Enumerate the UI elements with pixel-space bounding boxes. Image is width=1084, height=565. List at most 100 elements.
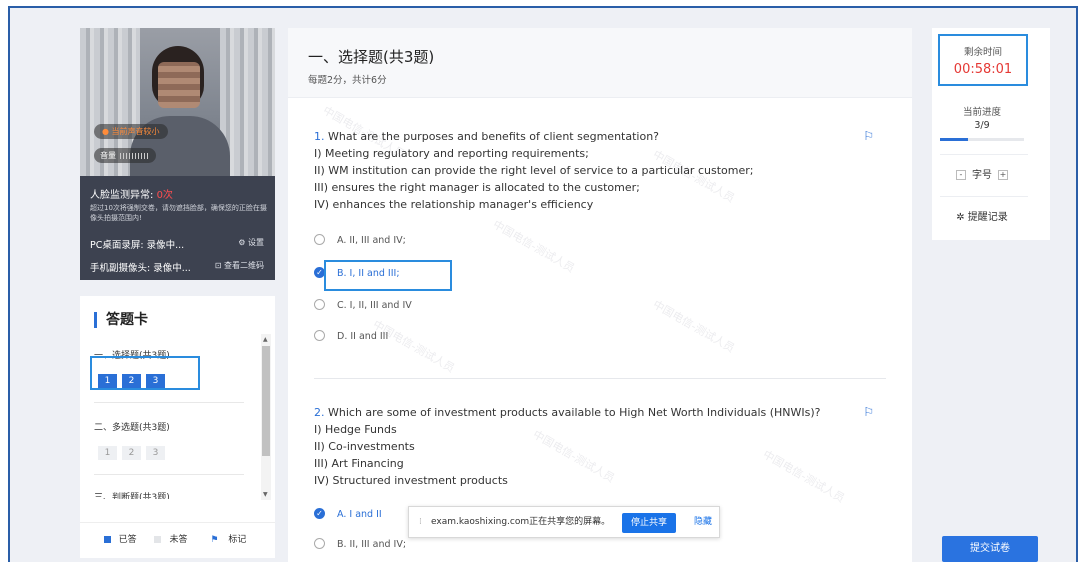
highlight-annotation — [90, 356, 200, 390]
pc-recording-status: PC桌面录屏: 录像中... — [90, 240, 185, 251]
phone-camera-status: 手机副摄像头: 录像中... — [90, 263, 191, 274]
timer-label: 剩余时间 — [963, 47, 1002, 58]
question-line: II) WM institution can provide the right… — [314, 164, 754, 177]
webcam-view: ● 当前声音较小 音量 — [80, 28, 275, 176]
qrcode-icon: ⊡ — [214, 261, 222, 270]
camera-panel: ● 当前声音较小 音量 人脸监测异常: 0次 超过10次将强制交卷，请勿遮挡脸部… — [80, 28, 275, 280]
share-status-text: exam.kaoshixing.com正在共享您的屏幕。 — [431, 517, 611, 527]
section-header: 一、选择题(共3题) 每题2分，共计6分 — [288, 28, 912, 98]
legend-unanswered-label: 未答 — [169, 535, 188, 545]
legend-answered: 已答 — [103, 535, 142, 545]
hide-share-bar-link[interactable]: 隐藏 — [694, 507, 712, 537]
answer-card-scrollbar[interactable]: ▲ ▼ — [261, 334, 271, 500]
q1-option-d[interactable]: D. II and III — [314, 328, 388, 346]
radio-icon — [314, 330, 325, 341]
question-1: 1. What are the purposes and benefits of… — [314, 128, 874, 213]
settings-button[interactable]: ⚙ 设置 — [238, 237, 264, 248]
option-text: C. I, II, III and IV — [337, 300, 412, 311]
unanswered-square-icon — [154, 536, 162, 543]
progress-label: 当前进度 — [962, 107, 1001, 118]
font-size-control: - 字号 + — [932, 166, 1032, 181]
progress-value: 3/9 — [974, 120, 990, 131]
q1-option-c[interactable]: C. I, II, III and IV — [314, 297, 412, 315]
flag-icon: ⚑ — [210, 535, 219, 545]
answered-square-icon — [103, 536, 111, 543]
legend-flagged: ⚑ 标记 — [205, 535, 251, 545]
face-anomaly-row: 人脸监测异常: 0次 — [90, 186, 173, 201]
radio-checked-icon: ✓ — [314, 508, 325, 519]
legend-answered-label: 已答 — [118, 535, 137, 545]
legend-unanswered: 未答 — [154, 535, 192, 545]
flag-question-icon[interactable]: ⚐ — [863, 128, 874, 145]
sound-warning-text: 当前声音较小 — [111, 127, 160, 136]
question-line: III) Art Financing — [314, 457, 404, 470]
radio-icon — [314, 299, 325, 310]
multi-choice-numbers: 123 — [98, 440, 170, 460]
settings-label: 设置 — [248, 238, 264, 247]
exam-status-panel: 剩余时间 00:58:01 当前进度 3/9 - 字号 + ✲ 提醒记录 — [932, 28, 1050, 240]
drag-handle-icon[interactable]: ⁞ — [419, 507, 422, 537]
question-line: IV) enhances the relationship manager's … — [314, 198, 594, 211]
answer-card-title: 答题卡 — [94, 312, 148, 328]
blurred-face — [158, 62, 200, 108]
watermark: 中国电信-测试人员 — [490, 217, 577, 276]
section-divider — [94, 402, 244, 403]
section-label-true-false: 三、判断题(共3题) — [94, 493, 170, 499]
volume-bars-icon — [120, 152, 148, 159]
stop-sharing-button[interactable]: 停止共享 — [622, 513, 677, 533]
reminder-records-button[interactable]: ✲ 提醒记录 — [932, 208, 1032, 223]
sound-warning-badge: ● 当前声音较小 — [94, 124, 168, 139]
question-number-button[interactable]: 2 — [122, 446, 141, 460]
timer-box: 剩余时间 00:58:01 — [938, 34, 1028, 86]
font-increase-button[interactable]: + — [998, 170, 1008, 180]
gear-icon: ⚙ — [238, 238, 246, 247]
reminder-label: 提醒记录 — [967, 212, 1008, 223]
question-1-stem: 1. What are the purposes and benefits of… — [314, 128, 874, 145]
section-label-multi-choice: 二、多选题(共3题) — [94, 423, 170, 433]
view-qrcode-button[interactable]: ⊡ 查看二维码 — [215, 260, 264, 271]
question-line: III) ensures the right manager is alloca… — [314, 181, 640, 194]
question-text: Which are some of investment products av… — [328, 406, 821, 419]
section-divider — [94, 474, 244, 475]
face-anomaly-count: 0次 — [156, 190, 173, 201]
question-line: IV) Structured investment products — [314, 474, 508, 487]
screen-share-bar: ⁞ exam.kaoshixing.com正在共享您的屏幕。 停止共享 隐藏 — [408, 506, 720, 538]
exam-window: ● 当前声音较小 音量 人脸监测异常: 0次 超过10次将强制交卷，请勿遮挡脸部… — [8, 6, 1078, 562]
option-text: B. II, III and IV; — [337, 539, 407, 550]
radio-icon — [314, 538, 325, 549]
phone-camera-row: 手机副摄像头: 录像中... ⊡ 查看二维码 — [90, 260, 268, 274]
radio-icon — [314, 234, 325, 245]
font-decrease-button[interactable]: - — [956, 170, 966, 180]
question-number-button[interactable]: 1 — [98, 446, 117, 460]
question-number: 2. — [314, 406, 325, 419]
q1-option-a[interactable]: A. II, III and IV; — [314, 232, 406, 250]
watermark: 中国电信-测试人员 — [650, 297, 737, 356]
timer-value: 00:58:01 — [953, 62, 1013, 77]
submit-exam-button[interactable]: 提交试卷 — [942, 536, 1038, 562]
scroll-thumb[interactable] — [262, 346, 270, 456]
face-monitor-note: 超过10次将强制交卷，请勿遮挡脸部，确保您的正脸在摄像头拍摄范围内! — [90, 204, 267, 222]
question-line: I) Hedge Funds — [314, 423, 397, 436]
question-divider — [314, 378, 886, 379]
font-size-label: 字号 — [972, 170, 992, 181]
volume-indicator: 音量 — [94, 148, 156, 163]
answer-card-legend: 已答 未答 ⚑ 标记 — [80, 522, 275, 558]
view-qrcode-label: 查看二维码 — [224, 261, 264, 270]
question-text: What are the purposes and benefits of cl… — [328, 130, 660, 143]
flag-question-icon[interactable]: ⚐ — [863, 404, 874, 421]
warning-icon: ● — [102, 127, 109, 136]
scroll-up-icon[interactable]: ▲ — [263, 336, 268, 343]
pc-recording-row: PC桌面录屏: 录像中... ⚙ 设置 — [90, 237, 268, 251]
q2-option-b[interactable]: B. II, III and IV; — [314, 536, 406, 554]
progress-fill — [940, 138, 968, 141]
option-text: D. II and III — [337, 331, 389, 342]
question-number: 1. — [314, 130, 325, 143]
question-panel: 一、选择题(共3题) 每题2分，共计6分 中国电信-测试人员 中国电信-测试人员… — [288, 28, 912, 562]
q2-option-a[interactable]: ✓ A. I and II — [314, 506, 382, 524]
scroll-down-icon[interactable]: ▼ — [263, 491, 268, 498]
face-anomaly-label: 人脸监测异常: — [90, 190, 154, 201]
question-number-button[interactable]: 3 — [146, 446, 165, 460]
question-line: II) Co-investments — [314, 440, 415, 453]
bell-icon: ✲ — [956, 212, 965, 223]
highlight-annotation — [324, 260, 452, 291]
